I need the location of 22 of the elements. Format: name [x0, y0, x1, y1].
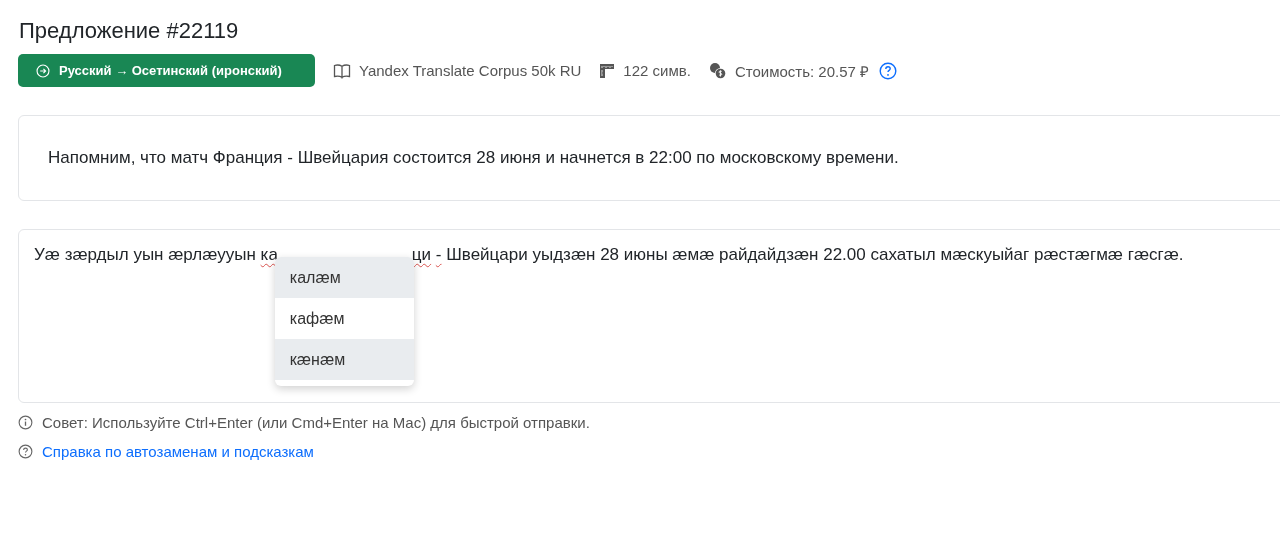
tip-text: Совет: Используйте Ctrl+Enter (или Cmd+Enter на Mac) для быстрой отправки.	[42, 414, 590, 431]
info-icon	[18, 415, 33, 430]
translation-text: Швейцари уыдзæн 28 июны æмæ райдайдзæн 22.00 сахатыл мæскуыйаг рæстæгмæ гæсгæ.	[446, 245, 1184, 264]
translation-text: ци	[411, 245, 432, 264]
help-link[interactable]: Справка по автозаменам и подсказкам	[42, 443, 314, 460]
book-icon	[333, 62, 351, 79]
help-icon[interactable]	[879, 61, 897, 80]
suggestion-item[interactable]: кафæм	[274, 297, 414, 339]
meta-text: 122 симв.	[623, 62, 691, 79]
page-title: Предложение #22119	[19, 17, 240, 45]
meta-text: Стоимость: 20.57 ₽	[734, 61, 869, 81]
translation-field[interactable]: Уæ зæрдыл уын æрлæууын ка калæм кафæм кæнæм ци - Швейцари уыдзæн 28 июны æмæ райдайдзæн 22.00 сахатыл мæскуыйаг рæстæгмæ гæсгæ.	[18, 229, 1280, 403]
suggestion-item[interactable]: кæнæм	[274, 338, 414, 380]
source-text: Напомним, что матч Франция - Швейцария состоится 28 июня и начнется в 22:00 по московскому времени.	[48, 148, 899, 168]
translation-text: -	[435, 245, 442, 264]
help-icon	[18, 444, 33, 459]
language-badge: Русский → Осетинский (иронский)	[18, 54, 315, 87]
ruler-icon	[599, 62, 616, 79]
arrow-circle-icon	[36, 63, 50, 78]
coins-icon	[708, 61, 727, 80]
translation-text: Уæ зæрдыл уын æрлæууын	[34, 245, 256, 264]
meta-text: Yandex Translate Corpus 50k RU	[359, 62, 582, 79]
